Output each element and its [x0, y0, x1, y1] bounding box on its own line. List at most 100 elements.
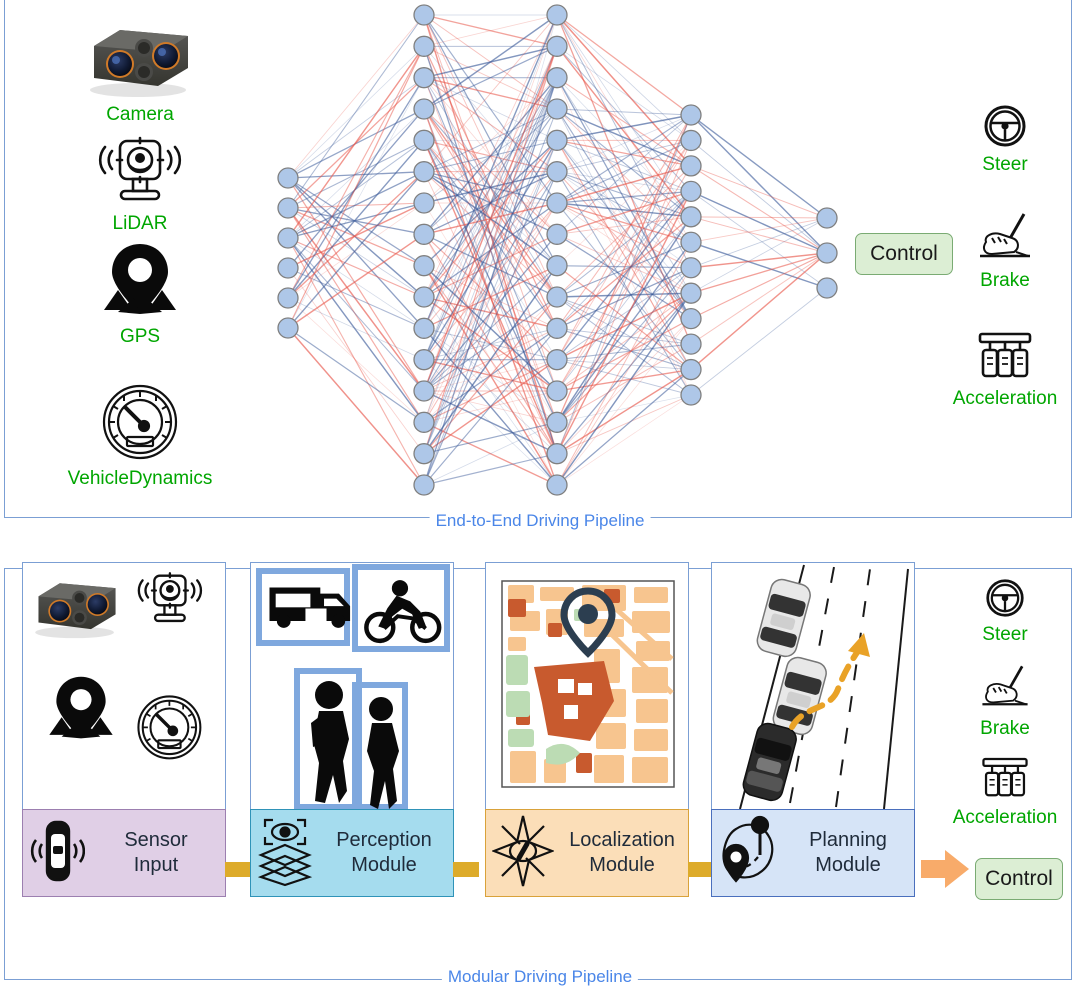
nn-node-l2-13: [546, 411, 568, 433]
sensor-gps-label: GPS: [119, 326, 161, 347]
actuator-brake-top: Brake: [930, 212, 1080, 292]
sensor-lidar: LiDAR: [55, 135, 225, 235]
nn-node-l2-15: [546, 474, 568, 496]
nn-node-l1-0: [413, 4, 435, 26]
nn-node-l1-9: [413, 286, 435, 308]
neural-network-diagram: [260, 0, 860, 510]
nn-node-l0-2: [277, 227, 299, 249]
nn-node-l0-4: [277, 287, 299, 309]
nn-node-l2-6: [546, 192, 568, 214]
output-acceleration: Acceleration: [930, 755, 1080, 829]
nn-node-l1-14: [413, 443, 435, 465]
output-acceleration-label: Acceleration: [952, 807, 1058, 828]
nn-node-l4-1: [816, 242, 838, 264]
connector-sensor-to-perception: [225, 862, 251, 877]
nn-node-l3-6: [680, 257, 702, 279]
pedals-icon: [930, 755, 1080, 806]
nn-node-l3-4: [680, 206, 702, 228]
actuator-acceleration-label-top: Acceleration: [952, 388, 1058, 409]
compass-icon: [490, 814, 556, 893]
nn-node-l1-11: [413, 349, 435, 371]
nn-node-l2-2: [546, 67, 568, 89]
gps-pin-icon: [55, 242, 225, 325]
nn-node-l4-0: [816, 207, 838, 229]
output-steer: Steer: [930, 578, 1080, 646]
lidar-icon: [55, 135, 225, 212]
perception-label: Perception Module: [336, 829, 432, 876]
nn-node-l2-12: [546, 380, 568, 402]
sensor-camera: Camera: [55, 20, 225, 126]
car-sensor-icon: [29, 818, 86, 889]
nn-node-l2-11: [546, 349, 568, 371]
nn-node-l3-7: [680, 282, 702, 304]
localization-footer[interactable]: Localization Module: [485, 809, 689, 897]
nn-node-l2-4: [546, 129, 568, 151]
perception-footer[interactable]: Perception Module: [250, 809, 454, 897]
sensor-input-label: Sensor Input: [124, 829, 188, 876]
nn-node-l3-1: [680, 129, 702, 152]
perception-visual: [250, 562, 454, 809]
actuator-steer-top: Steer: [930, 104, 1080, 176]
speedometer-icon: [55, 382, 225, 467]
nn-node-l3-8: [680, 307, 702, 330]
camera-sensor-icon: [55, 20, 225, 103]
nn-node-l0-3: [277, 257, 299, 279]
module-perception[interactable]: Perception Module: [250, 562, 454, 897]
steering-wheel-icon: [930, 104, 1080, 153]
nn-node-l1-4: [413, 129, 435, 151]
output-brake-label: Brake: [980, 718, 1030, 739]
sensor-lidar-label: LiDAR: [112, 213, 168, 234]
nn-node-l1-6: [413, 192, 435, 214]
module-planning[interactable]: Planning Module: [711, 562, 915, 897]
nn-node-l3-11: [680, 384, 702, 406]
sensor-vehicle-dynamics: VehicleDynamics: [55, 382, 225, 490]
nn-node-l0-5: [277, 317, 299, 339]
nn-node-l3-0: [680, 104, 702, 126]
nn-node-l2-1: [546, 35, 568, 57]
connector-perception-to-localization: [453, 862, 479, 877]
nn-node-l2-14: [546, 443, 568, 465]
route-pin-icon: [718, 815, 780, 892]
nn-node-l2-8: [546, 255, 568, 277]
nn-node-l1-12: [413, 380, 435, 402]
nn-node-l0-0: [277, 167, 299, 189]
nn-node-l3-10: [680, 358, 702, 381]
nn-node-l1-13: [413, 411, 435, 433]
brake-pedal-icon: [930, 212, 1080, 269]
nn-node-l2-0: [546, 4, 568, 26]
sensor-vehicle-dynamics-label: VehicleDynamics: [67, 468, 213, 489]
pedals-icon: [930, 330, 1080, 387]
actuator-steer-label-top: Steer: [982, 154, 1028, 175]
control-output-chip-bottom: Control: [975, 858, 1063, 900]
nn-node-l2-7: [546, 223, 568, 245]
nn-node-l1-15: [413, 474, 435, 496]
control-label-top: Control: [870, 242, 938, 265]
planning-label: Planning Module: [809, 829, 887, 876]
nn-node-l1-2: [413, 67, 435, 89]
localization-label: Localization Module: [569, 829, 675, 876]
actuator-acceleration-top: Acceleration: [930, 330, 1080, 410]
layers-eye-icon: [257, 815, 313, 892]
nn-node-l4-2: [816, 277, 838, 299]
nn-node-l1-3: [413, 98, 435, 120]
output-steer-label: Steer: [982, 624, 1028, 645]
sensor-input-footer[interactable]: Sensor Input: [22, 809, 226, 897]
nn-node-l1-1: [413, 35, 435, 57]
sensor-input-visual: [22, 562, 226, 809]
module-localization[interactable]: Localization Module: [485, 562, 689, 897]
module-sensor-input[interactable]: Sensor Input: [22, 562, 226, 897]
nn-node-l2-9: [546, 286, 568, 308]
nn-node-l1-8: [413, 255, 435, 277]
sensor-camera-label: Camera: [106, 104, 174, 125]
nn-node-l1-7: [413, 223, 435, 245]
planning-footer[interactable]: Planning Module: [711, 809, 915, 897]
control-label-bottom: Control: [985, 867, 1053, 890]
output-brake: Brake: [930, 664, 1080, 740]
nn-node-l2-5: [546, 161, 568, 183]
modular-pipeline-caption: Modular Driving Pipeline: [441, 967, 639, 987]
nn-node-l3-3: [680, 180, 702, 203]
end-to-end-pipeline-caption: End-to-End Driving Pipeline: [429, 511, 651, 531]
brake-pedal-icon: [930, 664, 1080, 717]
nn-node-l3-9: [680, 333, 702, 355]
nn-node-l0-1: [277, 197, 299, 219]
